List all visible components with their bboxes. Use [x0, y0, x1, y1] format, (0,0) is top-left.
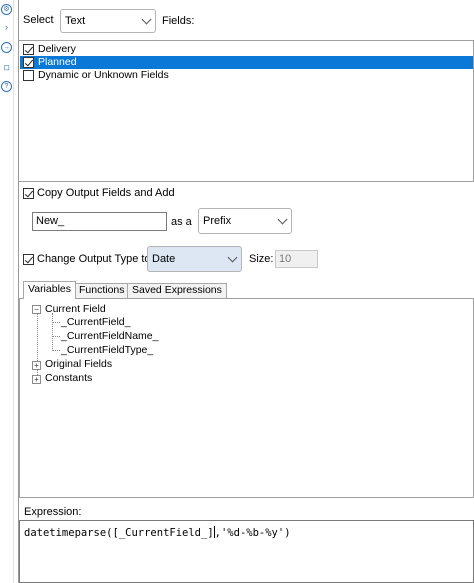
tree-item-current-field-name[interactable]: _CurrentFieldName_ — [61, 330, 158, 343]
list-item-label: Dynamic or Unknown Fields — [38, 69, 169, 81]
planned-checkbox[interactable] — [23, 57, 34, 68]
expand-icon[interactable]: + — [32, 375, 41, 384]
expression-after-caret: ,'%d-%b-%y') — [214, 527, 291, 539]
tree-line — [52, 336, 60, 337]
check-icon — [24, 188, 34, 198]
size-input: 10 — [275, 250, 318, 268]
prefix-input[interactable]: New_ — [32, 212, 167, 231]
expression-before-caret: datetimeparse([_CurrentField_] — [24, 527, 214, 539]
tree-item-constants[interactable]: Constants — [45, 372, 92, 385]
field-list[interactable]: Delivery Planned Dynamic or Unknown Fiel… — [19, 40, 474, 182]
collapse-icon[interactable]: − — [32, 305, 41, 314]
field-type-select[interactable]: Text — [60, 9, 156, 33]
tab-variables[interactable]: Variables — [23, 281, 76, 299]
size-input-value: 10 — [279, 253, 292, 265]
list-item-delivery[interactable]: Delivery — [20, 43, 473, 56]
tree-item-current-field-var[interactable]: _CurrentField_ — [61, 316, 130, 329]
size-label: Size: — [249, 253, 274, 265]
tag-icon[interactable]: ◇ — [0, 60, 14, 76]
fields-label: Fields: — [162, 15, 195, 27]
tree-item-current-field[interactable]: Current Field — [45, 303, 106, 316]
gear-icon[interactable]: ⚙ — [1, 4, 12, 15]
list-item-label: Delivery — [38, 43, 76, 55]
prefix-input-value: New_ — [36, 215, 65, 227]
copy-output-label: Copy Output Fields and Add — [37, 187, 175, 199]
output-type-value: Date — [152, 253, 176, 265]
output-type-select[interactable]: Date — [147, 246, 242, 272]
copy-output-checkbox[interactable] — [23, 188, 34, 199]
field-type-value: Text — [65, 15, 86, 27]
check-icon — [24, 254, 34, 264]
question-icon[interactable]: ? — [1, 81, 12, 92]
tree-item-current-field-type[interactable]: _CurrentFieldType_ — [61, 344, 153, 357]
as-a-label: as a — [171, 216, 192, 228]
prefix-suffix-value: Prefix — [203, 215, 232, 227]
list-item-dynamic[interactable]: Dynamic or Unknown Fields — [20, 69, 473, 82]
chevron-right-icon[interactable]: › — [1, 22, 12, 33]
tree-line — [52, 350, 60, 351]
list-item-planned[interactable]: Planned — [20, 56, 473, 69]
change-output-type-checkbox[interactable] — [23, 254, 34, 265]
expand-icon[interactable]: + — [32, 361, 41, 370]
change-output-type-label: Change Output Type to — [37, 253, 151, 265]
expression-editor[interactable]: datetimeparse([_CurrentField_],'%d-%b-%y… — [19, 520, 474, 583]
arrow-icon[interactable]: → — [1, 42, 12, 53]
list-item-label: Planned — [38, 56, 77, 68]
tree-line — [52, 313, 53, 351]
chevron-down-icon — [141, 14, 152, 25]
dynamic-checkbox[interactable] — [23, 70, 34, 81]
check-icon — [24, 57, 34, 67]
tab-saved-expressions[interactable]: Saved Expressions — [127, 283, 227, 298]
tree-item-original-fields[interactable]: Original Fields — [45, 358, 112, 371]
expression-label: Expression: — [24, 506, 82, 518]
select-label: Select — [23, 14, 54, 26]
tab-functions[interactable]: Functions — [74, 283, 130, 298]
left-toolbar: ⚙ › → ◇ ? — [0, 0, 14, 583]
delivery-checkbox[interactable] — [23, 44, 34, 55]
chevron-down-icon — [227, 252, 238, 263]
tree-line — [37, 313, 38, 383]
prefix-suffix-select[interactable]: Prefix — [198, 208, 292, 234]
check-icon — [24, 44, 34, 54]
multi-field-formula-panel: Select Text Fields: Delivery Planned Dyn… — [18, 0, 474, 583]
expression-text[interactable]: datetimeparse([_CurrentField_],'%d-%b-%y… — [24, 526, 291, 539]
variables-tab-panel: − Current Field _CurrentField_ _CurrentF… — [19, 298, 474, 498]
tree-line — [52, 322, 60, 323]
chevron-down-icon — [277, 214, 288, 225]
